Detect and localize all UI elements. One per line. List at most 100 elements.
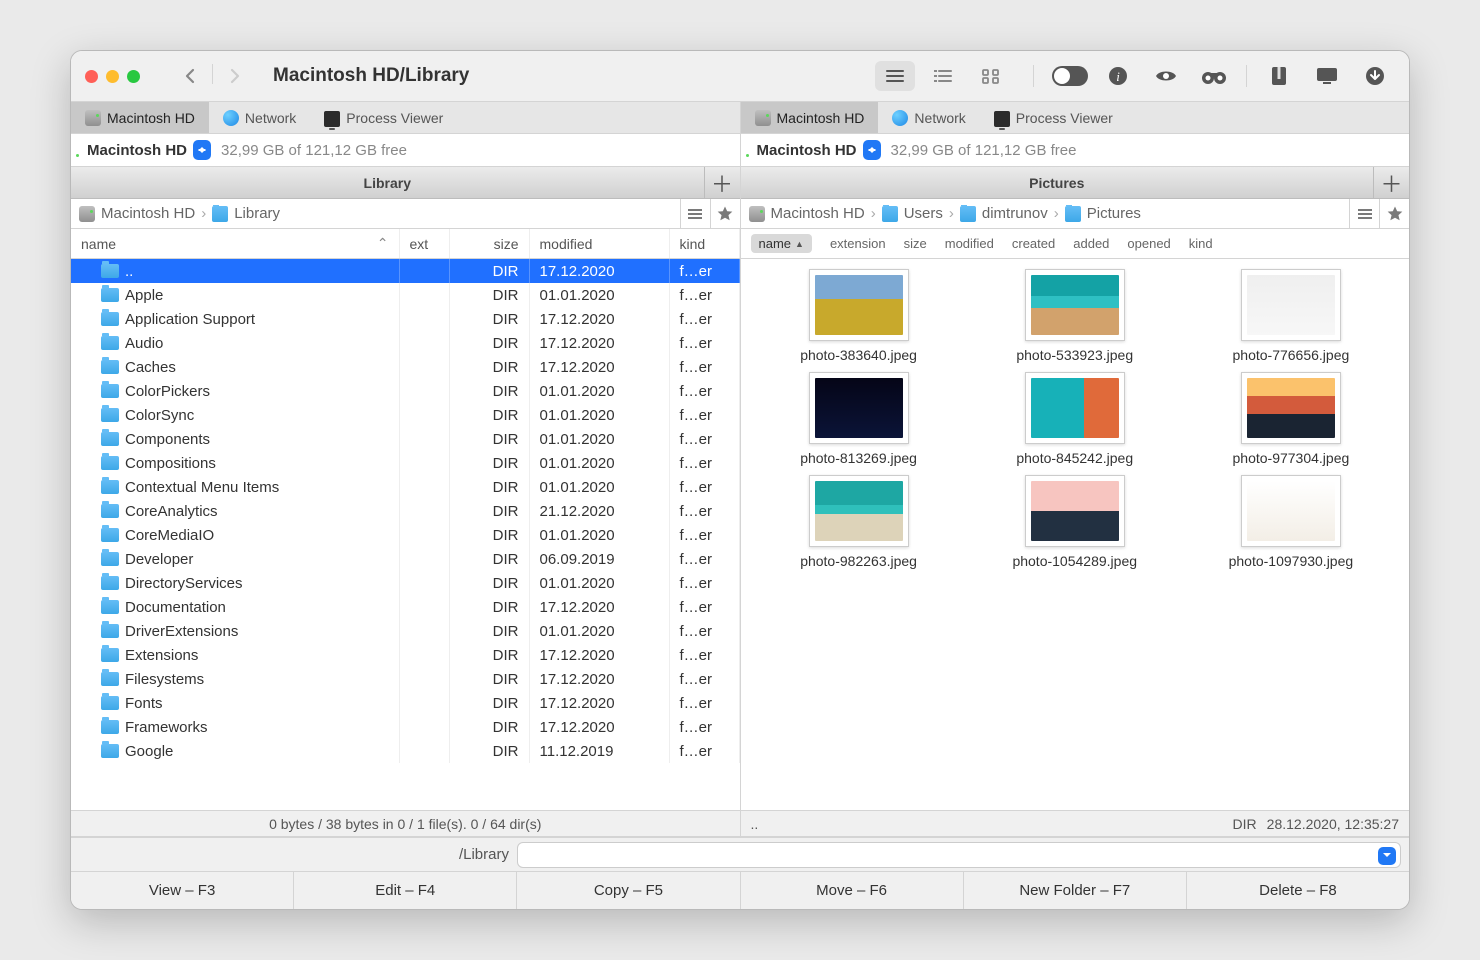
table-row[interactable]: DirectoryServicesDIR01.01.2020f…er: [71, 571, 740, 595]
thumbnail-item[interactable]: photo-533923.jpeg: [975, 269, 1175, 364]
table-row[interactable]: ..DIR17.12.2020f…er: [71, 259, 740, 283]
sort-chip-size[interactable]: size: [904, 236, 927, 251]
path-input[interactable]: [517, 842, 1401, 868]
path-bar: /Library: [71, 837, 1409, 871]
thumbnail-item[interactable]: photo-845242.jpeg: [975, 372, 1175, 467]
col-name[interactable]: name⌃: [71, 229, 400, 258]
sort-chip-opened[interactable]: opened: [1127, 236, 1170, 251]
hidden-files-toggle[interactable]: [1050, 61, 1090, 91]
breadcrumb-segment[interactable]: Library: [234, 205, 280, 222]
table-row[interactable]: ColorSyncDIR01.01.2020f…er: [71, 403, 740, 427]
minimize-button[interactable]: [106, 70, 119, 83]
breadcrumb-segment[interactable]: Pictures: [1087, 205, 1141, 222]
source-tab-network[interactable]: Network: [209, 102, 310, 133]
table-row[interactable]: ColorPickersDIR01.01.2020f…er: [71, 379, 740, 403]
thumbnail-item[interactable]: photo-813269.jpeg: [759, 372, 959, 467]
quicklook-icon[interactable]: [1146, 61, 1186, 91]
fn-button[interactable]: Edit – F4: [294, 872, 517, 909]
table-row[interactable]: CachesDIR17.12.2020f…er: [71, 355, 740, 379]
fn-button[interactable]: Move – F6: [741, 872, 964, 909]
table-row[interactable]: FrameworksDIR17.12.2020f…er: [71, 715, 740, 739]
view-list-button[interactable]: [875, 61, 915, 91]
table-row[interactable]: DocumentationDIR17.12.2020f…er: [71, 595, 740, 619]
thumbnail-item[interactable]: photo-776656.jpeg: [1191, 269, 1391, 364]
file-ext: [400, 739, 450, 763]
chevron-right-icon: ›: [871, 205, 876, 222]
source-tab-process-viewer[interactable]: Process Viewer: [980, 102, 1127, 133]
table-row[interactable]: CoreMediaIODIR01.01.2020f…er: [71, 523, 740, 547]
add-tab-button[interactable]: ＋: [1373, 167, 1409, 198]
thumbnail-item[interactable]: photo-383640.jpeg: [759, 269, 959, 364]
thumbnail-item[interactable]: photo-1097930.jpeg: [1191, 475, 1391, 570]
breadcrumb-segment[interactable]: Macintosh HD: [101, 205, 195, 222]
fn-button[interactable]: Delete – F8: [1187, 872, 1409, 909]
binoculars-icon[interactable]: [1194, 61, 1234, 91]
file-size: DIR: [450, 259, 530, 283]
path-dropdown-icon[interactable]: [1378, 847, 1396, 865]
location-tab[interactable]: Pictures: [741, 167, 1374, 198]
table-row[interactable]: AppleDIR01.01.2020f…er: [71, 283, 740, 307]
nav-forward-button[interactable]: [217, 64, 253, 88]
drive-selector[interactable]: Macintosh HD: [81, 140, 211, 160]
table-row[interactable]: FilesystemsDIR17.12.2020f…er: [71, 667, 740, 691]
archive-icon[interactable]: [1259, 61, 1299, 91]
table-row[interactable]: CompositionsDIR01.01.2020f…er: [71, 451, 740, 475]
favorite-star-icon[interactable]: [1379, 199, 1409, 229]
file-size: DIR: [450, 619, 530, 643]
info-icon[interactable]: i: [1098, 61, 1138, 91]
table-row[interactable]: FontsDIR17.12.2020f…er: [71, 691, 740, 715]
table-row[interactable]: ComponentsDIR01.01.2020f…er: [71, 427, 740, 451]
file-name: Developer: [125, 551, 193, 568]
fn-button[interactable]: View – F3: [71, 872, 294, 909]
folder-icon: [101, 336, 119, 350]
col-kind[interactable]: kind: [670, 229, 740, 258]
thumbnail-item[interactable]: photo-982263.jpeg: [759, 475, 959, 570]
view-columns-button[interactable]: [923, 61, 963, 91]
download-icon[interactable]: [1355, 61, 1395, 91]
source-tab-process-viewer[interactable]: Process Viewer: [310, 102, 457, 133]
sort-chip-added[interactable]: added: [1073, 236, 1109, 251]
screen-share-icon[interactable]: [1307, 61, 1347, 91]
list-mode-icon[interactable]: [1349, 199, 1379, 229]
status-name: ..: [751, 816, 759, 832]
sort-chip-name[interactable]: name▲: [751, 234, 812, 253]
col-size[interactable]: size: [450, 229, 530, 258]
table-row[interactable]: CoreAnalyticsDIR21.12.2020f…er: [71, 499, 740, 523]
file-name: ColorSync: [125, 407, 194, 424]
table-row[interactable]: DeveloperDIR06.09.2019f…er: [71, 547, 740, 571]
view-icons-button[interactable]: [971, 61, 1011, 91]
file-size: DIR: [450, 595, 530, 619]
add-tab-button[interactable]: ＋: [704, 167, 740, 198]
table-row[interactable]: Application SupportDIR17.12.2020f…er: [71, 307, 740, 331]
col-modified[interactable]: modified: [530, 229, 670, 258]
sort-chip-created[interactable]: created: [1012, 236, 1055, 251]
breadcrumb-segment[interactable]: Macintosh HD: [771, 205, 865, 222]
breadcrumb[interactable]: Macintosh HD›Users›dimtrunov›Pictures: [741, 205, 1350, 222]
close-button[interactable]: [85, 70, 98, 83]
col-ext[interactable]: ext: [400, 229, 450, 258]
location-tab[interactable]: Library: [71, 167, 704, 198]
table-row[interactable]: AudioDIR17.12.2020f…er: [71, 331, 740, 355]
thumbnail-item[interactable]: photo-977304.jpeg: [1191, 372, 1391, 467]
breadcrumb[interactable]: Macintosh HD›Library: [71, 205, 680, 222]
table-row[interactable]: Contextual Menu ItemsDIR01.01.2020f…er: [71, 475, 740, 499]
table-row[interactable]: GoogleDIR11.12.2019f…er: [71, 739, 740, 763]
sort-chip-extension[interactable]: extension: [830, 236, 886, 251]
source-tab-macintosh-hd[interactable]: Macintosh HD: [741, 102, 879, 133]
table-row[interactable]: DriverExtensionsDIR01.01.2020f…er: [71, 619, 740, 643]
sort-chip-modified[interactable]: modified: [945, 236, 994, 251]
list-mode-icon[interactable]: [680, 199, 710, 229]
favorite-star-icon[interactable]: [710, 199, 740, 229]
nav-back-button[interactable]: [172, 64, 208, 88]
fn-button[interactable]: Copy – F5: [517, 872, 740, 909]
source-tab-macintosh-hd[interactable]: Macintosh HD: [71, 102, 209, 133]
zoom-button[interactable]: [127, 70, 140, 83]
fn-button[interactable]: New Folder – F7: [964, 872, 1187, 909]
breadcrumb-segment[interactable]: Users: [904, 205, 943, 222]
table-row[interactable]: ExtensionsDIR17.12.2020f…er: [71, 643, 740, 667]
thumbnail-item[interactable]: photo-1054289.jpeg: [975, 475, 1175, 570]
drive-selector[interactable]: Macintosh HD: [751, 140, 881, 160]
sort-chip-kind[interactable]: kind: [1189, 236, 1213, 251]
source-tab-network[interactable]: Network: [878, 102, 979, 133]
breadcrumb-segment[interactable]: dimtrunov: [982, 205, 1048, 222]
